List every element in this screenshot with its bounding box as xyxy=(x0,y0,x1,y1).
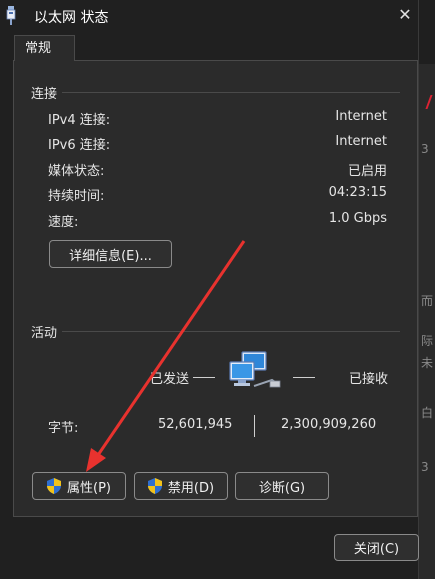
speed-value: 1.0 Gbps xyxy=(328,211,387,226)
activity-divider xyxy=(62,331,400,332)
duration-value: 04:23:15 xyxy=(328,185,387,200)
ipv4-label: IPv4 连接: xyxy=(48,113,111,128)
properties-button-label: 属性(P) xyxy=(67,480,111,496)
media-state-value: 已启用 xyxy=(347,164,387,179)
ipv4-value: Internet xyxy=(335,109,387,124)
close-button[interactable]: 关闭(C) xyxy=(334,534,419,561)
disable-button-label: 禁用(D) xyxy=(167,480,215,496)
connection-divider xyxy=(62,92,400,93)
received-label: 已接收 xyxy=(349,372,389,387)
general-panel xyxy=(13,60,418,517)
ethernet-status-dialog: 以太网 状态 ✕ 常规 连接 IPv4 连接: Internet IPv6 连接… xyxy=(0,0,419,579)
properties-button[interactable]: 属性(P) xyxy=(32,472,126,500)
window-title: 以太网 状态 xyxy=(34,10,109,26)
ipv6-label: IPv6 连接: xyxy=(48,138,111,153)
activity-section-label: 活动 xyxy=(31,326,58,341)
bytes-sent-value: 52,601,945 xyxy=(158,417,233,432)
bytes-label: 字节: xyxy=(48,421,79,436)
sent-dash xyxy=(193,377,215,378)
shield-icon xyxy=(147,478,162,494)
connection-section-label: 连接 xyxy=(31,87,58,102)
sent-label: 已发送 xyxy=(150,372,190,387)
ipv6-value: Internet xyxy=(335,134,387,149)
tab-general[interactable]: 常规 xyxy=(14,35,75,61)
duration-label: 持续时间: xyxy=(48,189,105,204)
shield-icon xyxy=(47,478,61,494)
speed-label: 速度: xyxy=(48,215,79,230)
bytes-received-value: 2,300,909,260 xyxy=(281,417,377,432)
media-state-label: 媒体状态: xyxy=(48,164,105,179)
network-adapter-icon xyxy=(6,6,16,25)
disable-button[interactable]: 禁用(D) xyxy=(134,472,228,500)
diagnose-button[interactable]: 诊断(G) xyxy=(235,472,329,500)
close-icon[interactable]: ✕ xyxy=(392,2,418,28)
details-button[interactable]: 详细信息(E)... xyxy=(49,240,172,268)
title-bar: 以太网 状态 ✕ xyxy=(0,0,418,32)
bytes-separator xyxy=(254,415,255,437)
background-window-strip: 3 而 际 未 白 3 xyxy=(418,64,435,579)
network-computers-icon xyxy=(229,351,281,388)
received-dash xyxy=(293,377,315,378)
